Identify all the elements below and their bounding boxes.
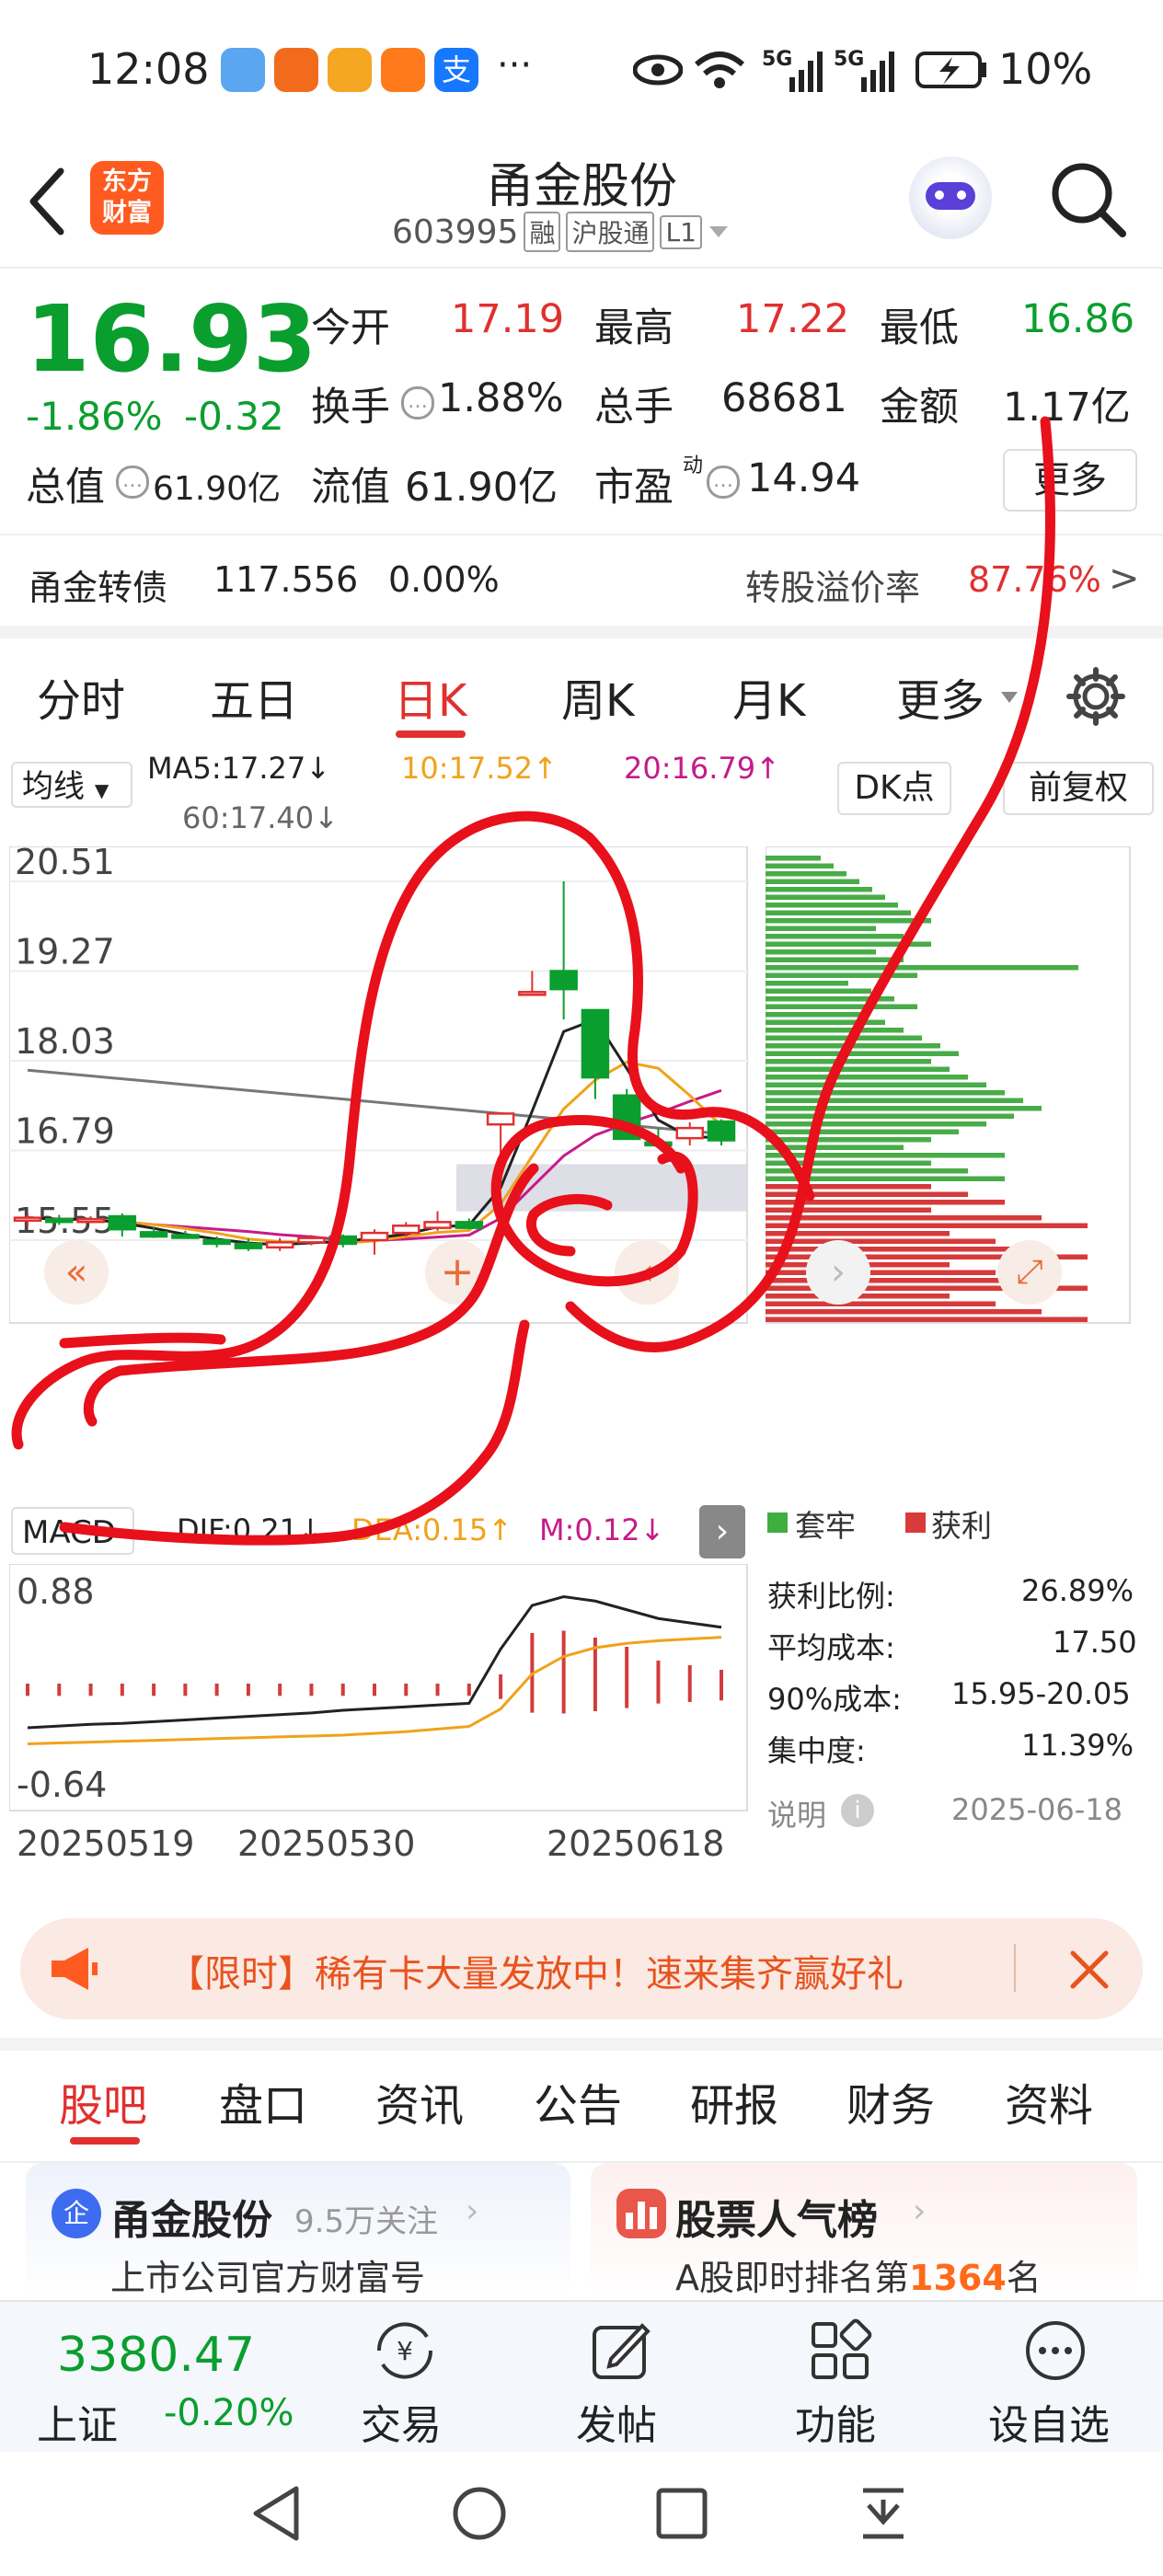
close-icon[interactable] <box>1069 1949 1110 1990</box>
tab-orderbook[interactable]: 盘口 <box>219 2069 307 2133</box>
nav-trade[interactable]: ¥ 交易 <box>350 2318 460 2449</box>
tab-news[interactable]: 资讯 <box>375 2069 464 2133</box>
feature-cards: 企 甬金股份 9.5万关注 › 上市公司官方财富号 股票人气榜 › A股即时排名… <box>0 2148 1163 2301</box>
promo-banner[interactable]: 【限时】稀有卡大量发放中！速来集齐赢好礼 <box>20 1918 1143 2019</box>
tab-financials[interactable]: 财务 <box>846 2069 935 2133</box>
company-card[interactable]: 企 甬金股份 9.5万关注 › 上市公司官方财富号 <box>26 2163 570 2301</box>
popularity-card-title: 股票人气榜 <box>675 2197 878 2244</box>
chevron-right-icon: › <box>466 2192 479 2230</box>
ranking-icon <box>616 2189 666 2238</box>
active-tab-underline <box>70 2137 140 2145</box>
popularity-card[interactable]: 股票人气榜 › A股即时排名第1364名 <box>591 2163 1137 2301</box>
system-nav-bar <box>0 2452 1163 2576</box>
popularity-card-subtitle: A股即时排名第1364名 <box>675 2258 1042 2298</box>
chevron-right-icon: › <box>913 2192 927 2230</box>
tab-profile[interactable]: 资料 <box>1005 2069 1093 2133</box>
grid-icon <box>812 2318 872 2379</box>
tab-announcements[interactable]: 公告 <box>534 2069 622 2133</box>
index-name[interactable]: 上证 <box>37 2392 118 2451</box>
bottom-nav: 3380.47 上证 -0.20% ¥ 交易 发帖 功能 设自选 <box>0 2300 1163 2452</box>
nav-add-watchlist[interactable]: 设自选 <box>985 2318 1132 2449</box>
megaphone-icon <box>52 1948 98 1990</box>
company-card-subtitle: 上市公司官方财富号 <box>110 2258 426 2298</box>
download-menu-icon[interactable] <box>856 2485 911 2542</box>
recents-square-icon[interactable] <box>655 2487 708 2540</box>
kline-chart-area: 均线 ▼ MA5:17.27↓ 10:17.52↑ 20:16.79↑ 60:1… <box>0 416 1163 1895</box>
promo-text: 【限时】稀有卡大量发放中！速来集齐赢好礼 <box>167 1953 904 1995</box>
company-card-title: 甬金股份 <box>110 2197 272 2244</box>
rank-number: 1364 <box>909 2258 1007 2298</box>
edit-icon <box>593 2323 651 2379</box>
nav-post[interactable]: 发帖 <box>565 2318 675 2449</box>
svg-text:¥: ¥ <box>397 2336 413 2366</box>
tab-research[interactable]: 研报 <box>690 2069 778 2133</box>
home-circle-icon[interactable] <box>451 2485 508 2542</box>
more-circle-icon <box>1026 2321 1085 2380</box>
company-icon: 企 <box>52 2189 101 2238</box>
index-value[interactable]: 3380.47 <box>57 2328 255 2383</box>
followers-count: 9.5万关注 <box>294 2203 439 2240</box>
trade-icon: ¥ <box>376 2322 433 2379</box>
nav-functions[interactable]: 功能 <box>784 2318 894 2449</box>
content-tabs: 股吧 盘口 资讯 公告 研报 财务 资料 <box>0 2038 1163 2163</box>
back-triangle-icon[interactable] <box>250 2485 302 2542</box>
tab-forum[interactable]: 股吧 <box>59 2069 147 2133</box>
index-change: -0.20% <box>164 2392 294 2434</box>
